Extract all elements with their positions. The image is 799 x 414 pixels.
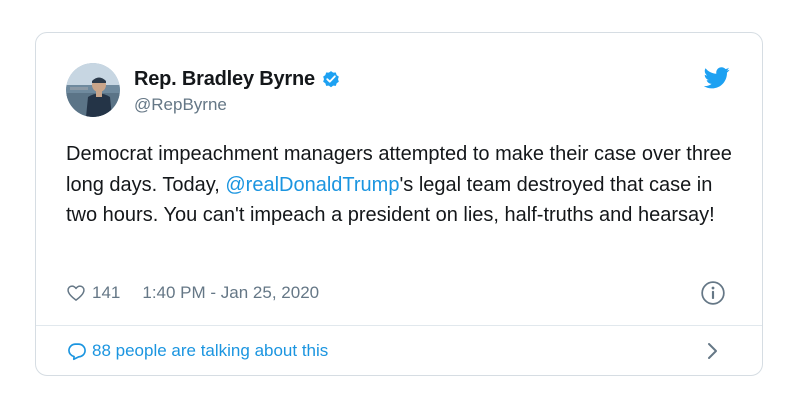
- twitter-bird-icon[interactable]: [704, 67, 730, 89]
- author-name-block[interactable]: Rep. Bradley Byrne @RepByrne: [134, 67, 341, 115]
- author-handle[interactable]: @RepByrne: [134, 95, 341, 115]
- avatar[interactable]: [66, 63, 120, 117]
- verified-icon: [323, 71, 339, 88]
- avatar-image: [66, 63, 120, 117]
- footer-divider: [36, 325, 762, 326]
- tweet-text: Democrat impeachment managers attempted …: [66, 139, 746, 231]
- mention-link[interactable]: @realDonaldTrump: [225, 174, 399, 196]
- display-name[interactable]: Rep. Bradley Byrne: [134, 68, 315, 91]
- reply-icon: [68, 343, 86, 361]
- tweet-meta-row: 141 1:40 PM - Jan 25, 2020: [66, 280, 734, 306]
- timestamp[interactable]: 1:40 PM - Jan 25, 2020: [142, 283, 319, 303]
- tweet-card[interactable]: Rep. Bradley Byrne @RepByrne Democrat im…: [35, 32, 763, 376]
- tweet-header: Rep. Bradley Byrne @RepByrne: [66, 63, 734, 123]
- chevron-right-icon[interactable]: [706, 341, 720, 361]
- like-count[interactable]: 141: [92, 283, 120, 303]
- conversation-link[interactable]: 88 people are talking about this: [66, 337, 734, 365]
- heart-icon[interactable]: [66, 283, 86, 303]
- conversation-label[interactable]: 88 people are talking about this: [92, 341, 328, 361]
- info-icon[interactable]: [700, 280, 726, 306]
